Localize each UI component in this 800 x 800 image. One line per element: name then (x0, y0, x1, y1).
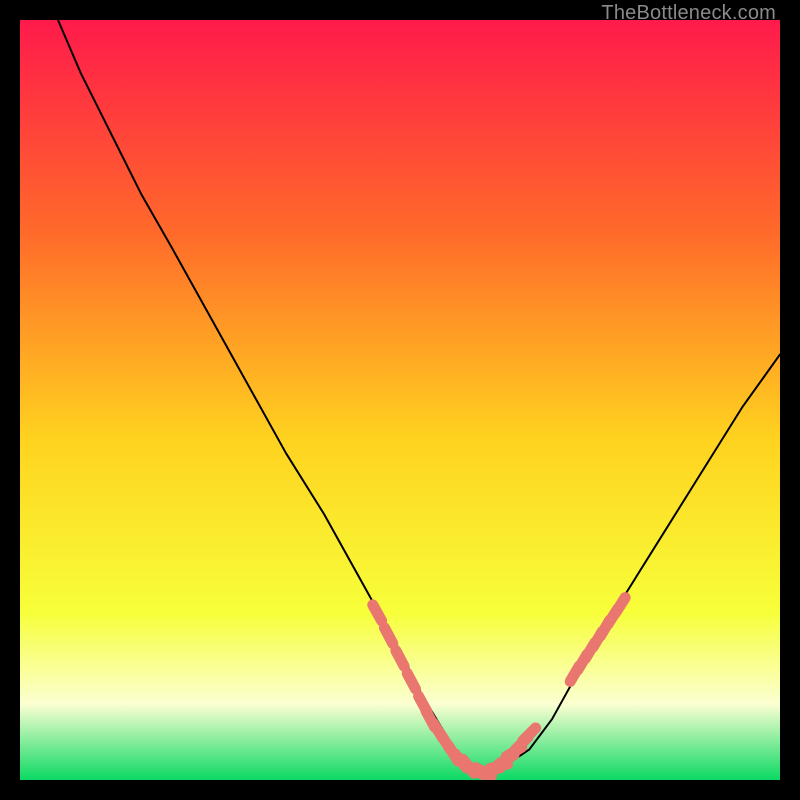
curve-marker (373, 605, 382, 621)
curve-marker (407, 673, 415, 689)
curve-marker (384, 628, 392, 644)
chart-frame (20, 20, 780, 780)
watermark-text: TheBottleneck.com (601, 2, 776, 25)
bottleneck-chart (20, 20, 780, 780)
curve-marker (396, 651, 404, 667)
